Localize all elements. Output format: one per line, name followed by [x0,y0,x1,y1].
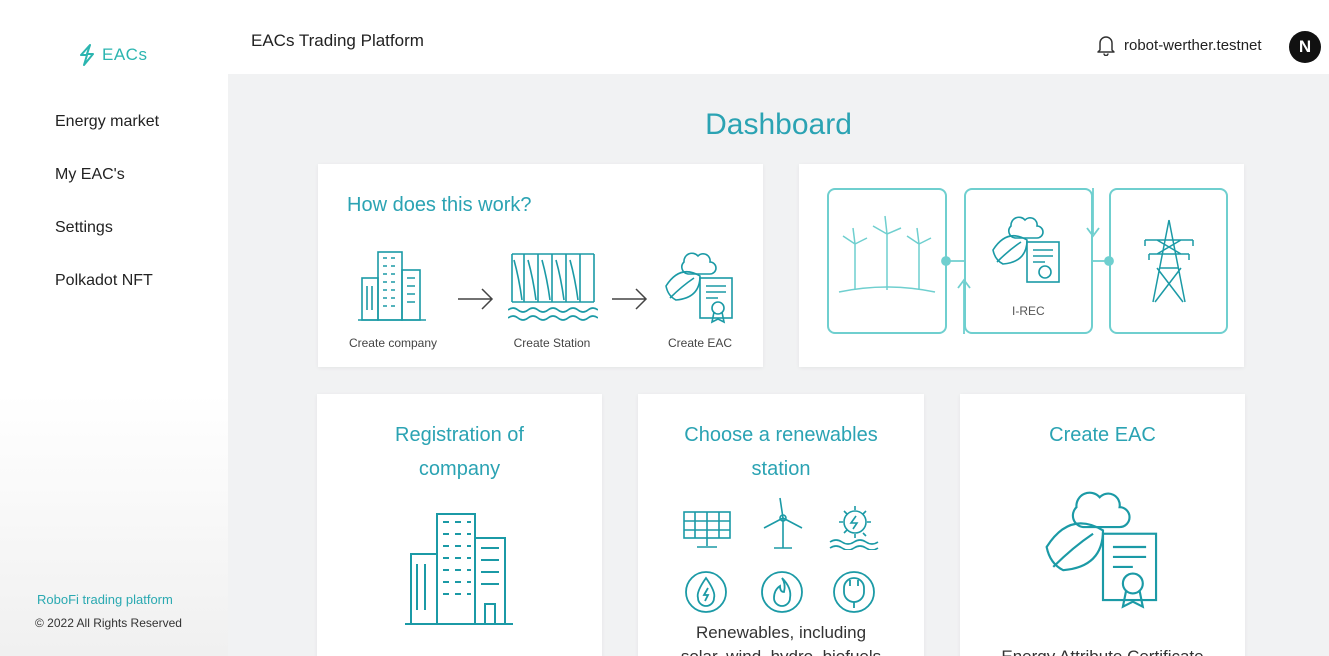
leaf-certificate-icon [665,252,733,324]
leaf-certificate-icon [1045,491,1158,609]
main-content: Dashboard How does this work? Create com… [228,74,1329,656]
near-logo[interactable]: N [1289,31,1321,63]
irec-label: I-REC [1012,304,1045,318]
card-title-create-eac: Create EAC [1049,424,1156,446]
buildings-icon [405,513,513,625]
wind-turbines-icon [838,215,936,293]
power-tower-icon [1144,219,1194,303]
brand-name: EACs [102,45,148,64]
step-label-create-station: Create Station [513,336,591,350]
sidebar-item-settings[interactable]: Settings [55,219,113,237]
step-label-create-company: Create company [348,336,438,350]
arrow-right-icon [458,288,494,310]
sun-water-icon [829,506,879,550]
card-title-registration: Registration of company [395,424,524,480]
card-desc-renewables-line2: solar, wind, hydro, biofuels [638,644,924,656]
bell-icon[interactable] [1096,34,1116,56]
card-desc-renewables-line1: Renewables, including [695,623,867,642]
sidebar: EACs Energy market My EAC's Settings Pol… [0,0,228,656]
sidebar-item-my-eacs[interactable]: My EAC's [55,166,125,184]
dam-icon [508,253,598,321]
sidebar-item-energy-market[interactable]: Energy market [55,113,159,131]
page-header-title: EACs Trading Platform [251,31,424,50]
solar-panel-icon [683,511,731,548]
plug-icon [833,571,875,613]
buildings-icon [358,251,426,321]
card-title-renewables: Choose a renewables station [684,424,878,480]
sidebar-item-polkadot-nft[interactable]: Polkadot NFT [55,272,153,290]
how-it-works-card: How does this work? Create company Creat… [318,164,763,367]
card-desc-create-eac: Energy Attribute Certificate [960,644,1245,656]
step-label-create-eac: Create EAC [667,336,733,350]
leaf-certificate-icon [992,216,1060,283]
lightning-icon [80,44,94,66]
footer-link[interactable]: RoboFi trading platform [37,592,173,607]
wind-turbine-icon [763,497,803,549]
account-name[interactable]: robot-werther.testnet [1124,37,1262,54]
page-title: Dashboard [705,108,852,141]
copyright: © 2022 All Rights Reserved [35,616,182,630]
flame-icon [761,571,803,613]
flow-diagram-card: I-REC [799,164,1244,367]
brand-logo[interactable]: EACs [78,44,147,66]
arrow-right-icon [612,288,648,310]
water-drop-icon [685,571,727,613]
avatar-letter: N [1298,37,1312,56]
renewables-card[interactable]: Choose a renewables station Renewables, … [638,394,924,656]
create-eac-card[interactable]: Create EAC Energy Attribute Certificate [960,394,1245,656]
registration-card[interactable]: Registration of company [317,394,602,656]
how-it-works-title: How does this work? [347,194,532,216]
